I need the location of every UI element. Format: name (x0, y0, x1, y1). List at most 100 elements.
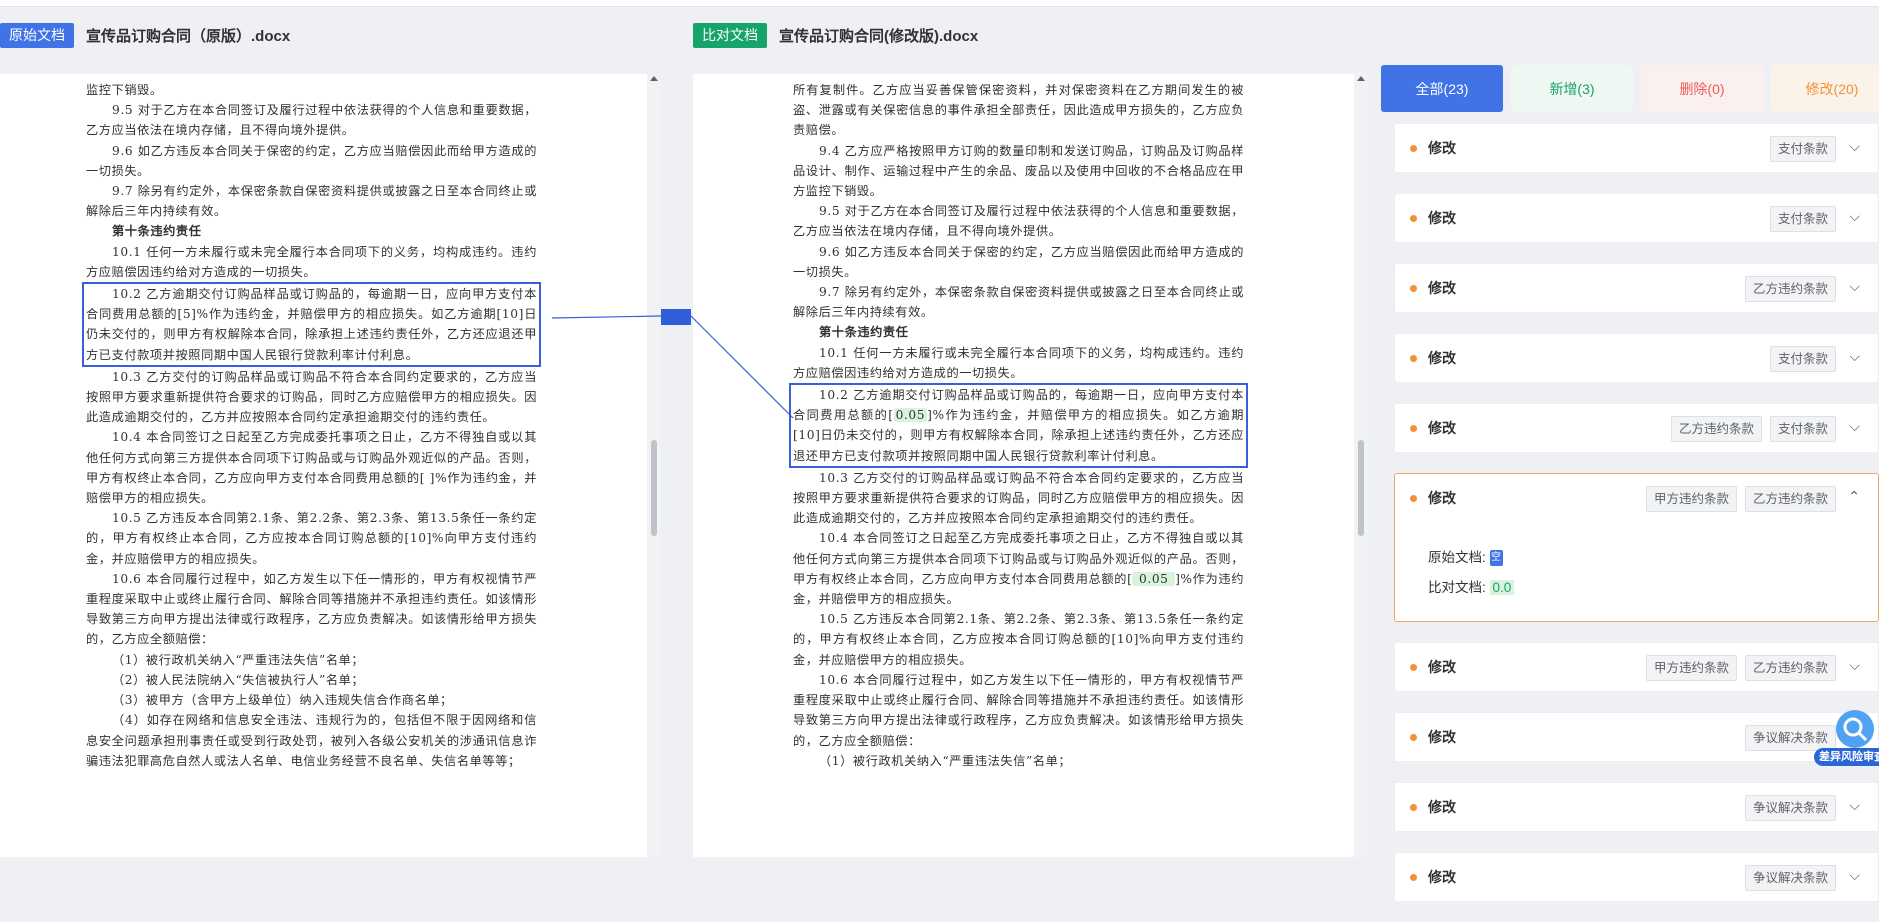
scroll-thumb[interactable] (651, 440, 657, 536)
cmp-para: 10.1 任何一方未履行或未完全履行本合同项下的义务，均构成违约。违约方应赔偿因… (793, 345, 1244, 380)
diff-card[interactable]: 修改 乙方违约条款 ⌵ (1394, 263, 1879, 313)
magnifier-icon (1843, 717, 1868, 742)
chevron-up-icon[interactable]: ⌃ (1848, 488, 1860, 505)
clause-chip[interactable]: 支付条款 (1769, 416, 1836, 442)
orig-para: 监控下销毁。 (86, 83, 163, 97)
connector-node[interactable] (661, 309, 691, 325)
scroll-thumb[interactable] (1358, 440, 1364, 536)
clause-chip[interactable]: 乙方违约条款 (1744, 276, 1836, 302)
status-dot (1410, 425, 1417, 432)
scroll-up-arrow-icon[interactable] (650, 76, 658, 81)
status-dot (1410, 804, 1417, 811)
diff-card[interactable]: 修改 甲方违约条款 乙方违约条款 ⌵ (1394, 642, 1879, 692)
diff-card[interactable]: 修改 争议解决条款 ⌵ (1394, 712, 1879, 762)
diff-mark[interactable]: 0.05 (1132, 571, 1176, 586)
cmp-para: 10.5 乙方违反本合同第2.1条、第2.2条、第2.3条、第13.5条任一条约… (793, 612, 1244, 667)
chevron-down-icon[interactable]: ⌵ (1849, 278, 1860, 295)
status-dot (1410, 664, 1417, 671)
empty-doc-icon: 空 (1489, 550, 1503, 567)
detail-original-label: 原始文档: (1428, 550, 1486, 565)
diff-card[interactable]: 修改 争议解决条款 ⌵ (1394, 782, 1879, 832)
diff-card[interactable]: 修改 争议解决条款 ⌵ (1394, 852, 1879, 902)
tab-all[interactable]: 全部(23) (1381, 65, 1503, 112)
clause-chip[interactable]: 争议解决条款 (1744, 795, 1836, 821)
diff-card[interactable]: 修改 支付条款 ⌵ (1394, 123, 1879, 173)
clause-chip[interactable]: 甲方违约条款 (1645, 486, 1737, 512)
clause-chip[interactable]: 支付条款 (1769, 136, 1836, 162)
chevron-down-icon[interactable]: ⌵ (1849, 138, 1860, 155)
scroll-up-arrow-icon[interactable] (1357, 76, 1365, 81)
clause-chips: 支付条款 (1769, 136, 1836, 162)
detail-compare: 比对文档: 0.0 (1428, 576, 1515, 596)
clause-chips: 甲方违约条款 乙方违约条款 (1645, 655, 1836, 681)
cmp-para: 10.6 本合同履行过程中，如乙方发生以下任一情形的，甲方有权视情节严重程度采取… (793, 672, 1244, 748)
cmp-para: 9.6 如乙方违反本合同关于保密的约定，乙方应当赔偿因此而给甲方造成的一切损失。 (793, 244, 1244, 279)
compare-doc-header: 比对文档 宣传品订购合同(修改版).docx (693, 18, 978, 52)
diff-mark[interactable]: 0.05 (893, 408, 928, 423)
cmp-para-10-2: 10.2 乙方逾期交付订购品样品或订购品的，每逾期一日，应向甲方支付本合同费用总… (793, 385, 1244, 466)
cmp-para: 9.7 除另有约定外，本保密条款自保密资料提供或披露之日至本合同终止或解除后三年… (793, 285, 1244, 320)
diff-card[interactable]: 修改 乙方违约条款 支付条款 ⌵ (1394, 403, 1879, 453)
orig-para: 9.6 如乙方违反本合同关于保密的约定，乙方应当赔偿因此而给甲方造成的一切损失。 (86, 143, 537, 178)
diff-card[interactable]: 修改 支付条款 ⌵ (1394, 333, 1879, 383)
diff-type: 修改 (1428, 729, 1456, 745)
diff-type: 修改 (1428, 280, 1456, 296)
diff-card[interactable]: 修改 支付条款 ⌵ (1394, 193, 1879, 243)
diff-type: 修改 (1428, 490, 1456, 506)
cmp-highlight-box[interactable]: 10.2 乙方逾期交付订购品样品或订购品的，每逾期一日，应向甲方支付本合同费用总… (789, 383, 1248, 468)
orig-para: 10.5 乙方违反本合同第2.1条、第2.2条、第2.3条、第13.5条任一条约… (86, 511, 537, 566)
tab-modified[interactable]: 修改(20) (1771, 65, 1879, 112)
risk-review-label[interactable]: 差异风险审查 (1814, 748, 1879, 766)
tab-added[interactable]: 新增(3) (1511, 65, 1633, 112)
orig-list-item: （3）被甲方（含甲方上级单位）纳入违规失信合作商名单； (112, 693, 453, 708)
risk-review-widget[interactable]: 差异风险审查 (1814, 710, 1879, 766)
chevron-down-icon[interactable]: ⌵ (1849, 657, 1860, 674)
chevron-down-icon[interactable]: ⌵ (1849, 867, 1860, 884)
clause-chips: 支付条款 (1769, 346, 1836, 372)
clause-chips: 争议解决条款 (1744, 795, 1836, 821)
original-doc-pane[interactable]: 监控下销毁。 9.5 对于乙方在本合同签订及履行过程中依法获得的个人信息和重要数… (0, 74, 661, 857)
tab-deleted[interactable]: 删除(0) (1641, 65, 1763, 112)
cmp-para: 9.4 乙方应严格按照甲方订购的数量印制和发送订购品，订购品及订购品样品设计、制… (793, 143, 1244, 199)
chevron-down-icon[interactable]: ⌵ (1849, 418, 1860, 435)
cmp-section-heading: 第十条违约责任 (819, 325, 909, 340)
diff-list: 修改 支付条款 ⌵ 修改 支付条款 ⌵ 修改 乙方违约条款 ⌵ 修改 支付条款 … (1394, 123, 1879, 922)
clause-chip[interactable]: 乙方违约条款 (1744, 655, 1836, 681)
clause-chip[interactable]: 乙方违约条款 (1670, 416, 1762, 442)
status-dot (1410, 215, 1417, 222)
orig-highlight-box[interactable]: 10.2 乙方逾期交付订购品样品或订购品的，每逾期一日，应向甲方支付本合同费用总… (82, 282, 541, 367)
risk-search-icon[interactable] (1836, 710, 1874, 748)
diff-filter-tabs: 全部(23) 新增(3) 删除(0) 修改(20) (1381, 65, 1879, 112)
diff-type: 修改 (1428, 659, 1456, 675)
cmp-para: 9.5 对于乙方在本合同签订及履行过程中依法获得的个人信息和重要数据，乙方应当依… (793, 204, 1244, 239)
diff-type: 修改 (1428, 799, 1456, 815)
detail-original: 原始文档: 空 (1428, 546, 1503, 567)
status-dot (1410, 874, 1417, 881)
cmp-para: 所有复制件。乙方应当妥善保管保密资料，并对保密资料在乙方期间发生的被盗、泄露或有… (793, 83, 1244, 138)
cmp-para: 10.3 乙方交付的订购品样品或订购品不符合本合同约定要求的，乙方应当按照甲方要… (793, 470, 1244, 526)
compare-doc-content: 所有复制件。乙方应当妥善保管保密资料，并对保密资料在乙方期间发生的被盗、泄露或有… (693, 74, 1354, 857)
chevron-down-icon[interactable]: ⌵ (1849, 208, 1860, 225)
original-doc-scrollbar[interactable] (647, 74, 661, 857)
orig-para: 10.3 乙方交付的订购品样品或订购品不符合本合同约定要求的，乙方应当按照甲方要… (86, 369, 537, 425)
clause-chip[interactable]: 乙方违约条款 (1744, 486, 1836, 512)
status-dot (1410, 145, 1417, 152)
clause-chip[interactable]: 争议解决条款 (1744, 865, 1836, 891)
chevron-down-icon[interactable]: ⌵ (1849, 348, 1860, 365)
compare-doc-pane[interactable]: 所有复制件。乙方应当妥善保管保密资料，并对保密资料在乙方期间发生的被盗、泄露或有… (693, 74, 1368, 857)
clause-chip[interactable]: 甲方违约条款 (1645, 655, 1737, 681)
clause-chips: 争议解决条款 (1744, 865, 1836, 891)
clause-chip[interactable]: 支付条款 (1769, 206, 1836, 232)
orig-para: 9.7 除另有约定外，本保密条款自保密资料提供或披露之日至本合同终止或解除后三年… (86, 184, 537, 219)
orig-para: 10.1 任何一方未履行或未完全履行本合同项下的义务，均构成违约。违约方应赔偿因… (86, 244, 537, 279)
diff-type: 修改 (1428, 869, 1456, 885)
clause-chips: 乙方违约条款 支付条款 (1670, 416, 1836, 442)
compare-doc-name: 宣传品订购合同(修改版).docx (779, 27, 979, 45)
clause-chip[interactable]: 支付条款 (1769, 346, 1836, 372)
compare-doc-tag: 比对文档 (693, 22, 767, 48)
diff-card-expanded[interactable]: 修改 甲方违约条款 乙方违约条款 ⌃ 原始文档: 空 比对文档: 0.0 (1394, 473, 1879, 622)
original-doc-content: 监控下销毁。 9.5 对于乙方在本合同签订及履行过程中依法获得的个人信息和重要数… (0, 74, 647, 857)
diff-type: 修改 (1428, 140, 1456, 156)
chevron-down-icon[interactable]: ⌵ (1849, 797, 1860, 814)
compare-doc-scrollbar[interactable] (1354, 74, 1368, 857)
